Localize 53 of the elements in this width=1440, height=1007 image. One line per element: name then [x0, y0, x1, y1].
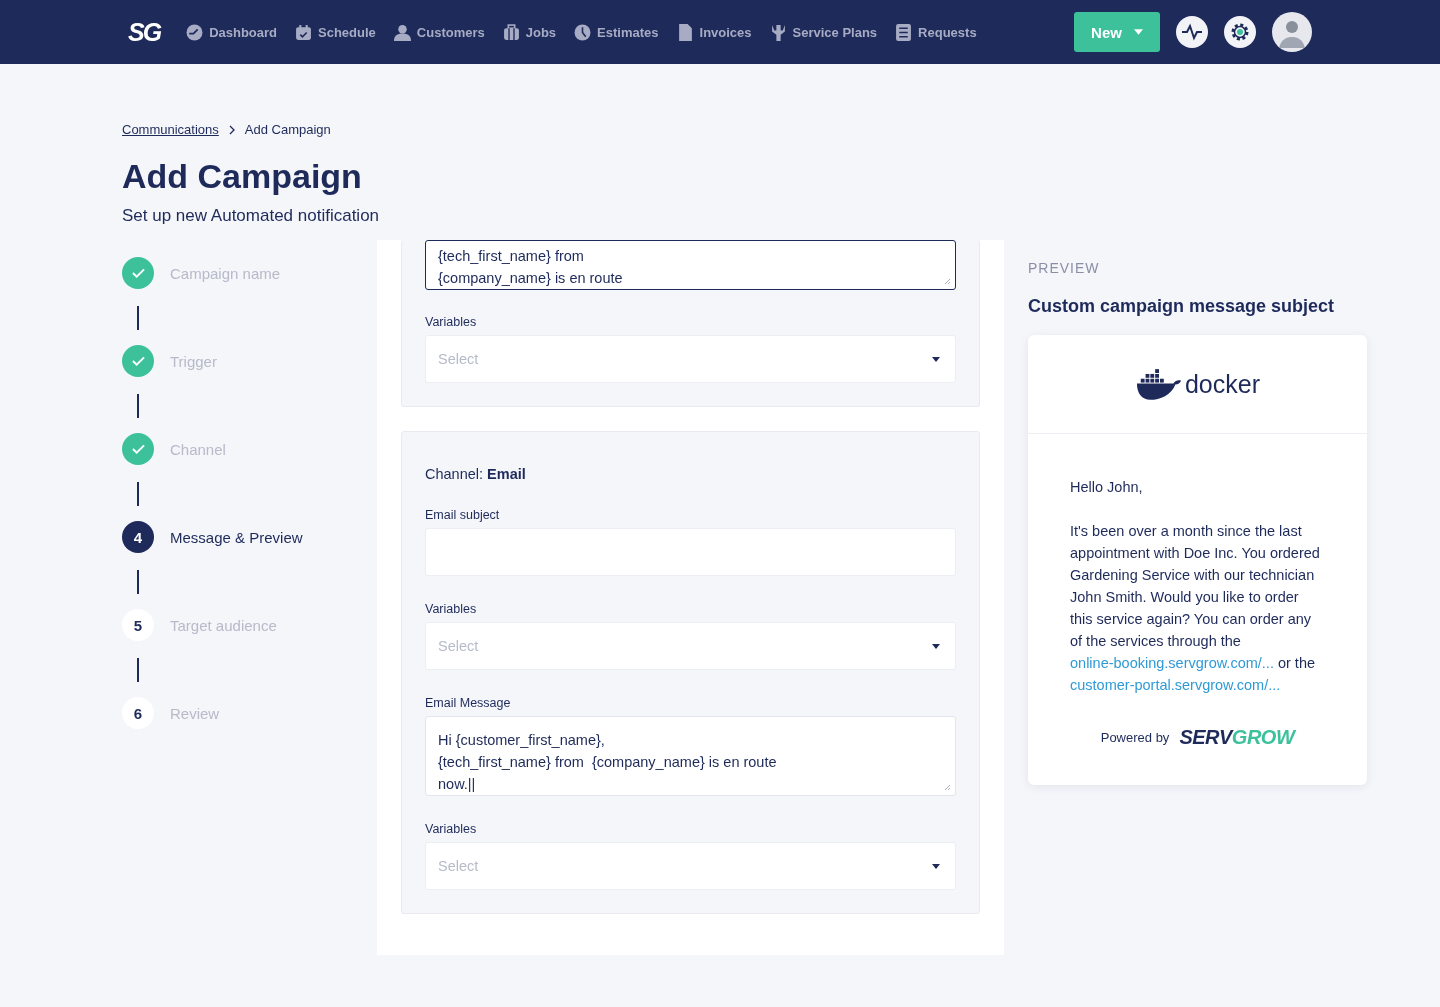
message-textarea[interactable]: {tech_first_name} from {company_name} is en route [425, 240, 956, 290]
page-title: Add Campaign [122, 157, 363, 196]
dropdown-arrow-icon [932, 863, 940, 869]
step-number: 6 [122, 697, 154, 729]
field-label: Variables [425, 315, 478, 329]
nav-link[interactable]: Estimates [574, 23, 659, 41]
servgrow-logo: SERVGROW [1179, 726, 1295, 749]
nav-link[interactable]: Requests [895, 23, 977, 41]
message-text: It's been over a month since the last appointment with Doe Inc. You ordered Gardening Service with our technician John Smith. Would you like to order this service again? You can order any of the services through the online-booking.servgrow.com/... or the customer-portal.servgrow.com/... [1070, 522, 1321, 695]
preview-heading: PREVIEW [1028, 260, 1101, 276]
greeting-text: Hello John, [1070, 478, 1144, 497]
calendar-icon [295, 23, 313, 41]
gauge-icon [186, 23, 204, 41]
portal-link[interactable]: online-booking.servgrow.com/... [1070, 655, 1274, 671]
person-icon [393, 23, 411, 41]
channel-label: Channel: Email [425, 466, 527, 482]
nav-link[interactable]: Customers [393, 23, 485, 41]
dropdown-arrow-icon [932, 356, 940, 362]
field-label: Variables [425, 602, 478, 616]
plug-icon [769, 23, 787, 41]
whale-icon [1134, 367, 1183, 401]
breadcrumb-link[interactable]: Communications [122, 122, 219, 137]
resize-handle-icon[interactable] [943, 783, 951, 791]
email-message-textarea[interactable]: Hi {customer_first_name}, {tech_first_name} from {company_name} is en route now.|| [425, 716, 956, 796]
caret-icon [1133, 29, 1143, 35]
nav-link[interactable]: Schedule [295, 23, 376, 41]
step-number: 4 [122, 521, 154, 553]
chevron-icon [228, 124, 235, 135]
list-icon [895, 23, 913, 41]
breadcrumb-current: Add Campaign [244, 122, 331, 137]
activity-icon[interactable] [1176, 16, 1208, 48]
page-subtitle: Set up new Automated notification [122, 206, 381, 226]
settings-icon[interactable] [1224, 16, 1256, 48]
field-label: Variables [425, 822, 478, 836]
step-number: 5 [122, 609, 154, 641]
briefcase-icon [502, 23, 520, 41]
avatar[interactable] [1272, 12, 1312, 52]
nav-link[interactable]: Service Plans [769, 23, 878, 41]
nav-link[interactable]: Jobs [502, 23, 557, 41]
powered-by-text: Powered by [1100, 730, 1170, 745]
nav-link[interactable]: Dashboard [186, 23, 278, 41]
field-label: Email Message [425, 696, 512, 710]
dropdown-arrow-icon [932, 643, 940, 649]
step-label[interactable]: Message & Preview [170, 528, 303, 546]
document-icon [676, 23, 694, 41]
logo[interactable]: SG [128, 17, 161, 47]
pie-chart-icon [574, 23, 592, 41]
resize-handle-icon[interactable] [943, 277, 951, 285]
field-label: Email subject [425, 508, 501, 522]
brand-logo-text: docker [1184, 369, 1260, 399]
preview-subject: Custom campaign message subject [1028, 296, 1336, 317]
portal-link[interactable]: customer-portal.servgrow.com/... [1070, 677, 1281, 693]
nav-link[interactable]: Invoices [676, 23, 752, 41]
